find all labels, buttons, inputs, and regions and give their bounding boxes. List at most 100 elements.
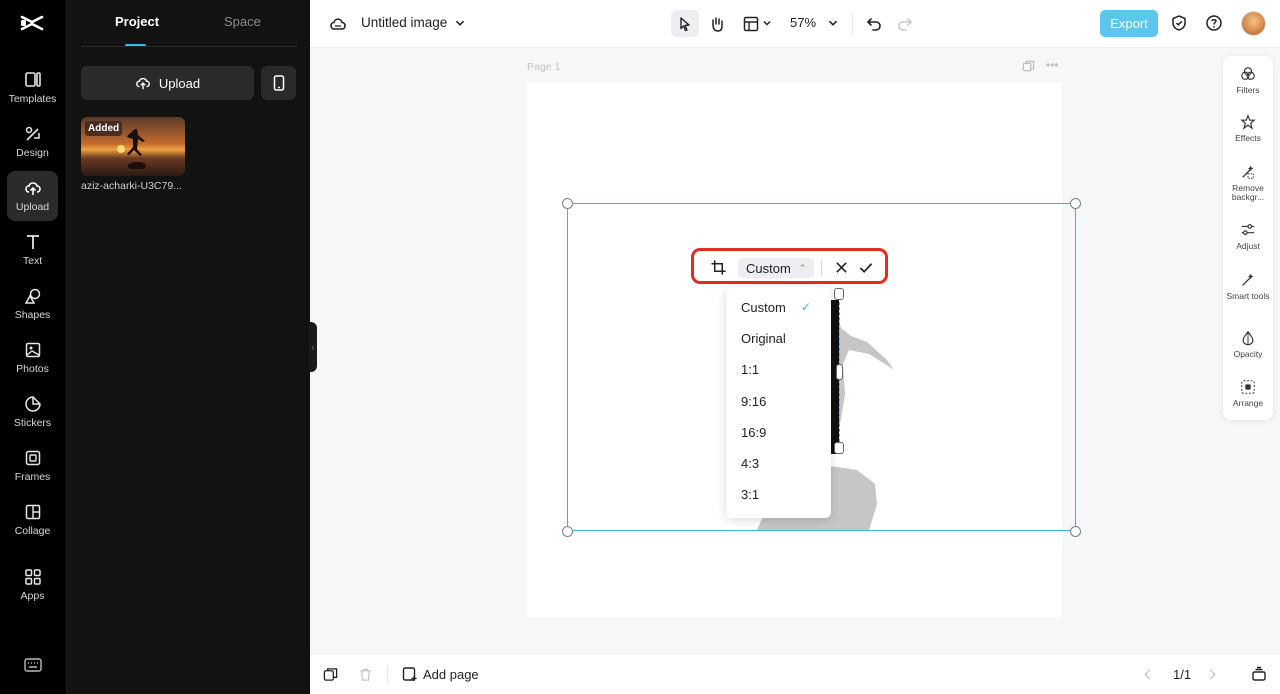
layout-tool-button[interactable] — [740, 13, 762, 35]
templates-icon — [24, 72, 41, 87]
select-tool-button[interactable] — [671, 10, 699, 37]
rail-item-label: Templates — [8, 93, 57, 105]
tool-adjust[interactable]: Adjust — [1223, 222, 1273, 251]
crop-toolbar: Custom ⌃ — [691, 248, 888, 284]
text-icon — [26, 235, 39, 249]
resize-handle-top-left[interactable] — [562, 198, 573, 209]
trash-icon[interactable] — [358, 667, 373, 682]
tool-label: Effects — [1235, 133, 1261, 143]
tool-label: Filters — [1236, 85, 1260, 95]
crop-handle-top[interactable] — [834, 288, 844, 300]
layout-chevron-down-icon[interactable] — [760, 16, 774, 30]
rail-item-stickers[interactable]: Stickers — [7, 387, 58, 437]
aspect-ratio-menu: Custom ✓ Original 1:1 9:16 16:9 4:3 3:1 — [726, 287, 831, 518]
right-tools-rail: Filters Effects Remove backgr... Adjust … — [1223, 56, 1273, 420]
cancel-crop-icon[interactable] — [834, 260, 849, 275]
rail-item-collage[interactable]: Collage — [7, 495, 58, 545]
tool-arrange[interactable]: Arrange — [1223, 379, 1273, 408]
aspect-ratio-value: Custom — [746, 260, 791, 276]
hand-tool-button[interactable] — [706, 13, 728, 35]
document-title[interactable]: Untitled image — [361, 15, 447, 30]
tool-filters[interactable]: Filters — [1223, 66, 1273, 95]
ratio-option-3-1[interactable]: 3:1 — [741, 487, 759, 502]
collapse-panel-handle[interactable]: ‹ — [309, 322, 317, 372]
ratio-option-original[interactable]: Original — [741, 331, 786, 346]
undo-button[interactable] — [863, 13, 885, 35]
upload-button[interactable]: Upload — [81, 66, 254, 100]
rail-item-frames[interactable]: Frames — [7, 441, 58, 491]
rail-item-photos[interactable]: Photos — [7, 333, 58, 383]
rail-item-label: Frames — [14, 471, 51, 483]
avatar[interactable] — [1241, 11, 1266, 36]
rail-item-label: Text — [22, 255, 43, 267]
cloud-save-icon[interactable] — [328, 14, 348, 34]
ratio-option-1-1[interactable]: 1:1 — [741, 362, 759, 377]
rail-item-design[interactable]: Design — [7, 117, 58, 167]
hand-icon — [712, 17, 723, 32]
tool-smart-tools[interactable]: Smart tools — [1223, 272, 1273, 301]
rail-item-upload[interactable]: Upload — [7, 171, 58, 221]
crop-handle-bottom[interactable] — [834, 442, 844, 454]
title-chevron-down-icon[interactable] — [452, 15, 468, 31]
asset-thumbnail[interactable]: Added — [81, 117, 185, 176]
crop-icon[interactable] — [710, 259, 727, 276]
ratio-option-4-3[interactable]: 4:3 — [741, 456, 759, 471]
bottom-bar: Add page 1/1 — [310, 653, 1280, 694]
tool-remove-background[interactable]: Remove backgr... — [1223, 164, 1273, 202]
capcut-logo-icon[interactable] — [19, 11, 45, 35]
next-page-icon[interactable] — [1206, 668, 1218, 681]
zoom-chevron-down-icon[interactable] — [825, 15, 841, 31]
mobile-upload-button[interactable] — [261, 66, 296, 100]
ratio-option-custom[interactable]: Custom — [741, 300, 786, 315]
help-button[interactable] — [1204, 13, 1224, 33]
tab-space[interactable]: Space — [224, 14, 261, 29]
rail-item-label: Design — [16, 147, 49, 159]
rail-item-templates[interactable]: Templates — [7, 63, 58, 113]
resize-handle-bottom-left[interactable] — [562, 526, 573, 537]
rail-item-label: Shapes — [14, 309, 51, 321]
crop-toolbar-divider — [821, 260, 822, 276]
rail-item-apps[interactable]: Apps — [7, 560, 58, 610]
shapes-icon — [24, 288, 40, 304]
phone-icon — [273, 75, 284, 91]
remove-background-icon — [1242, 165, 1254, 179]
tab-project[interactable]: Project — [115, 14, 159, 29]
confirm-crop-icon[interactable] — [858, 260, 874, 275]
add-page-button[interactable]: Add page — [402, 666, 479, 682]
tool-opacity[interactable]: Opacity — [1223, 330, 1273, 359]
duplicate-page-icon[interactable] — [1022, 60, 1035, 76]
ratio-option-9-16[interactable]: 9:16 — [741, 394, 766, 409]
help-icon — [1206, 15, 1222, 31]
resize-handle-bottom-right[interactable] — [1070, 526, 1081, 537]
side-panel: Project Space Upload Added aziz-acharki-… — [66, 0, 310, 694]
crop-handle-right[interactable] — [836, 364, 843, 380]
rail-item-shapes[interactable]: Shapes — [7, 279, 58, 329]
undo-icon — [866, 18, 881, 31]
shield-check-icon — [1172, 15, 1186, 31]
keyboard-shortcuts-icon[interactable] — [23, 656, 43, 674]
more-options-icon[interactable]: ••• — [1046, 58, 1059, 72]
add-page-icon — [402, 667, 417, 681]
chevron-up-icon: ⌃ — [798, 262, 807, 273]
opacity-icon — [1242, 330, 1254, 346]
redo-icon — [898, 18, 913, 31]
toolbar-divider — [852, 14, 853, 34]
added-badge: Added — [85, 121, 123, 136]
brand-kit-button[interactable] — [1169, 13, 1189, 33]
tool-effects[interactable]: Effects — [1223, 114, 1273, 143]
redo-button[interactable] — [894, 13, 916, 35]
rail-item-text[interactable]: Text — [7, 225, 58, 275]
export-button[interactable]: Export — [1100, 10, 1158, 37]
resize-handle-top-right[interactable] — [1070, 198, 1081, 209]
filters-icon — [1241, 67, 1255, 80]
collage-icon — [25, 504, 40, 520]
layers-panel-icon[interactable] — [1251, 666, 1267, 682]
stickers-icon — [24, 396, 41, 412]
zoom-level[interactable]: 57% — [790, 15, 816, 30]
add-page-label: Add page — [423, 666, 479, 682]
aspect-ratio-dropdown[interactable]: Custom ⌃ — [738, 258, 815, 278]
ratio-option-16-9[interactable]: 16:9 — [741, 425, 766, 440]
tool-label: Arrange — [1232, 398, 1264, 408]
previous-page-icon[interactable] — [1142, 668, 1154, 681]
duplicate-icon[interactable] — [323, 667, 338, 682]
